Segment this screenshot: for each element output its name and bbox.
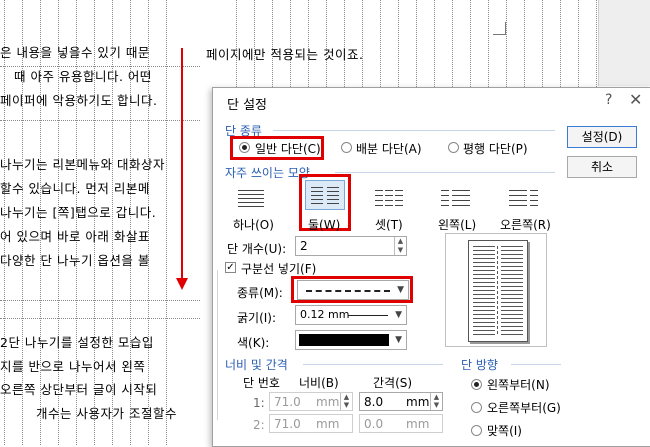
row2-gap-unit: mm [406, 417, 430, 431]
row1-gap-spinner[interactable]: ▲ ▼ [430, 393, 442, 410]
preset-left-label: 왼쪽(L) [438, 218, 477, 232]
row1-gap-value: 8.0 [364, 395, 384, 409]
preview-column-right [501, 246, 523, 336]
red-arrow-head-icon [176, 278, 188, 290]
row2-width-unit: mm [316, 417, 340, 431]
separator-width-select[interactable]: 0.12 mm ▼ [295, 305, 407, 325]
preset-two-columns[interactable] [305, 180, 345, 210]
radio-direction-right[interactable] [471, 402, 482, 413]
preset-two-label: 둘(W) [308, 218, 341, 232]
color-swatch [299, 334, 389, 346]
dashed-line-preview [306, 290, 390, 292]
preview-column-left [473, 246, 495, 336]
section-divider [335, 172, 555, 173]
radio-direction-facing-label: 맞쪽(I) [487, 424, 522, 438]
row2-width-input[interactable]: 71.0 mm [269, 414, 353, 433]
separator-type-select[interactable]: ▼ [297, 280, 409, 300]
radio-normal-columns[interactable] [239, 142, 250, 153]
preview-separator [497, 246, 498, 336]
separator-width-label: 굵기(I): [237, 311, 277, 325]
column-count-label: 단 개수(U): [227, 242, 287, 256]
radio-direction-facing[interactable] [471, 425, 482, 436]
doc-line: 어 있으며 바로 아래 화살표 [0, 229, 150, 244]
doc-line: 다양한 단 나누기 옵션을 볼 [0, 253, 150, 268]
row2-number: 2: [253, 418, 265, 432]
separator-checkbox-label: 구분선 넣기(F) [241, 262, 317, 276]
doc-line: 나누기는 [쪽]탭으로 갑니다. [0, 205, 157, 220]
close-icon[interactable]: ✕ [629, 90, 642, 109]
doc-line: 페이퍼에 악용하기도 합니다. [0, 93, 158, 108]
doc-line: 개수는 사용자가 조절할수 [36, 406, 177, 421]
section-divider [273, 130, 555, 131]
solid-line-preview [348, 315, 388, 316]
chevron-down-icon: ▼ [397, 285, 404, 295]
row1-gap-unit: mm [406, 395, 430, 409]
chevron-down-icon: ▼ [395, 335, 402, 345]
radio-distributed-columns-label: 배분 다단(A) [356, 142, 422, 156]
separator-width-value: 0.12 mm [300, 308, 350, 321]
preset-one-column[interactable] [231, 183, 271, 213]
column-settings-dialog: 단 설정 ? ✕ 단 종류 일반 다단(C) 배분 다단(A) 평행 다단(P)… [212, 87, 650, 447]
preset-right-label: 오른쪽(R) [500, 218, 551, 232]
preset-three-label: 셋(T) [375, 218, 403, 232]
page-corner-mark [493, 22, 506, 35]
section-divider [303, 364, 443, 365]
row1-gap-input[interactable]: 8.0 mm ▲ ▼ [359, 392, 443, 411]
separator-color-label: 색(K): [237, 336, 270, 350]
width-spacing-section-title: 너비 및 간격 [225, 358, 288, 372]
row2-width-value: 71.0 [274, 417, 301, 431]
column-count-value: 2 [300, 239, 308, 253]
separator-type-label: 종류(M): [237, 286, 283, 300]
doc-line: 때 아주 유용합니다. 어떤 [14, 69, 152, 84]
doc-line: 은 내용을 넣을수 있기 때문 [0, 45, 150, 60]
preset-left-column[interactable] [435, 183, 475, 213]
cancel-button[interactable]: 취소 [567, 156, 637, 178]
doc-line-right: 페이지에만 적용되는 것이죠. [206, 47, 364, 62]
row2-gap-input[interactable]: 0.0 mm [359, 414, 443, 433]
doc-line: 2단 나누기를 설정한 모습입 [0, 335, 154, 350]
row1-width-spinner[interactable]: ▲ ▼ [340, 393, 352, 410]
presets-section-title: 자주 쓰이는 모양 [225, 166, 310, 180]
direction-section-title: 단 방향 [461, 358, 498, 372]
radio-direction-left[interactable] [471, 379, 482, 390]
doc-line: 할수 있습니다. 먼저 리본메 [0, 181, 150, 196]
spacing-header: 간격(S) [373, 376, 413, 390]
column-number-header: 단 번호 [243, 376, 280, 390]
red-arrow-annotation [181, 48, 183, 280]
radio-parallel-columns-label: 평행 다단(P) [463, 142, 528, 156]
chevron-down-icon: ▼ [395, 310, 402, 320]
document-left-page [0, 0, 200, 445]
doc-line: 오른쪽 상단부터 글이 시작되 [0, 382, 158, 397]
doc-line: 지를 반으로 나누어서 왼쪽 [0, 359, 146, 374]
radio-direction-right-label: 오른쪽부터(G) [487, 401, 561, 415]
preset-one-label: 하나(O) [233, 218, 274, 232]
doc-line: 나누기는 리본메뉴와 대화상자 [0, 157, 165, 172]
row1-width-value: 71.0 [274, 395, 301, 409]
width-header: 너비(B) [299, 376, 339, 390]
separator-group-border [217, 270, 224, 420]
column-preview [445, 233, 547, 347]
separator-checkbox[interactable]: ✓ [225, 262, 236, 273]
separator-color-select[interactable]: ▼ [295, 330, 407, 350]
column-count-spinner[interactable]: ▲ ▼ [394, 237, 406, 255]
preview-page [468, 240, 528, 342]
next-page-edge [598, 0, 650, 86]
radio-direction-left-label: 왼쪽부터(N) [487, 378, 550, 392]
row2-gap-value: 0.0 [364, 417, 384, 431]
radio-parallel-columns[interactable] [448, 142, 459, 153]
preset-three-columns[interactable] [369, 183, 409, 213]
radio-normal-columns-label: 일반 다단(C) [255, 142, 321, 156]
section-divider [511, 364, 561, 365]
preset-right-column[interactable] [503, 183, 543, 213]
help-icon[interactable]: ? [605, 92, 612, 108]
column-count-input[interactable]: 2 ▲ ▼ [295, 236, 407, 256]
row1-width-input[interactable]: 71.0 mm ▲ ▼ [269, 392, 353, 411]
radio-distributed-columns[interactable] [341, 142, 352, 153]
row1-width-unit: mm [316, 395, 340, 409]
row1-number: 1: [253, 396, 265, 410]
dialog-title: 단 설정 [227, 98, 268, 113]
ok-button[interactable]: 설정(D) [567, 126, 637, 148]
